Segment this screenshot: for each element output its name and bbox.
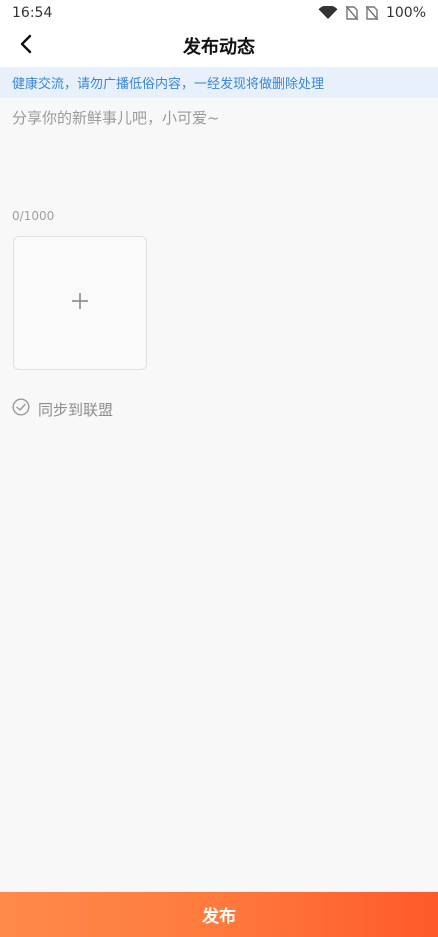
- publish-button[interactable]: 发布: [0, 892, 438, 937]
- status-bar: 16:54 100%: [0, 0, 438, 25]
- nav-bar: 发布动态: [0, 25, 438, 67]
- sync-to-alliance-toggle[interactable]: 同步到联盟: [12, 398, 113, 420]
- post-content-input[interactable]: [0, 98, 438, 206]
- notice-text: 健康交流，请勿广播低俗内容，一经发现将做删除处理: [12, 77, 325, 92]
- chevron-left-icon: [19, 34, 33, 58]
- sync-label: 同步到联盟: [38, 400, 114, 419]
- battery-text: 100%: [385, 4, 426, 21]
- no-sim-icon: [345, 5, 358, 20]
- add-image-button[interactable]: [13, 236, 147, 370]
- back-button[interactable]: [14, 34, 38, 58]
- screen: 16:54 100% 发布动态 健康交流，请勿广播低俗内容，一经发现将做删除处理…: [0, 0, 438, 937]
- notice-banner: 健康交流，请勿广播低俗内容，一经发现将做删除处理: [0, 67, 438, 98]
- wifi-icon: [318, 5, 338, 20]
- page-title: 发布动态: [183, 37, 255, 58]
- char-counter: 0/1000: [12, 209, 55, 223]
- status-icons: 100%: [318, 5, 426, 21]
- no-sim-icon: [365, 5, 378, 20]
- status-time: 16:54: [12, 4, 53, 21]
- check-circle-icon: [12, 398, 30, 420]
- plus-icon: [70, 291, 90, 315]
